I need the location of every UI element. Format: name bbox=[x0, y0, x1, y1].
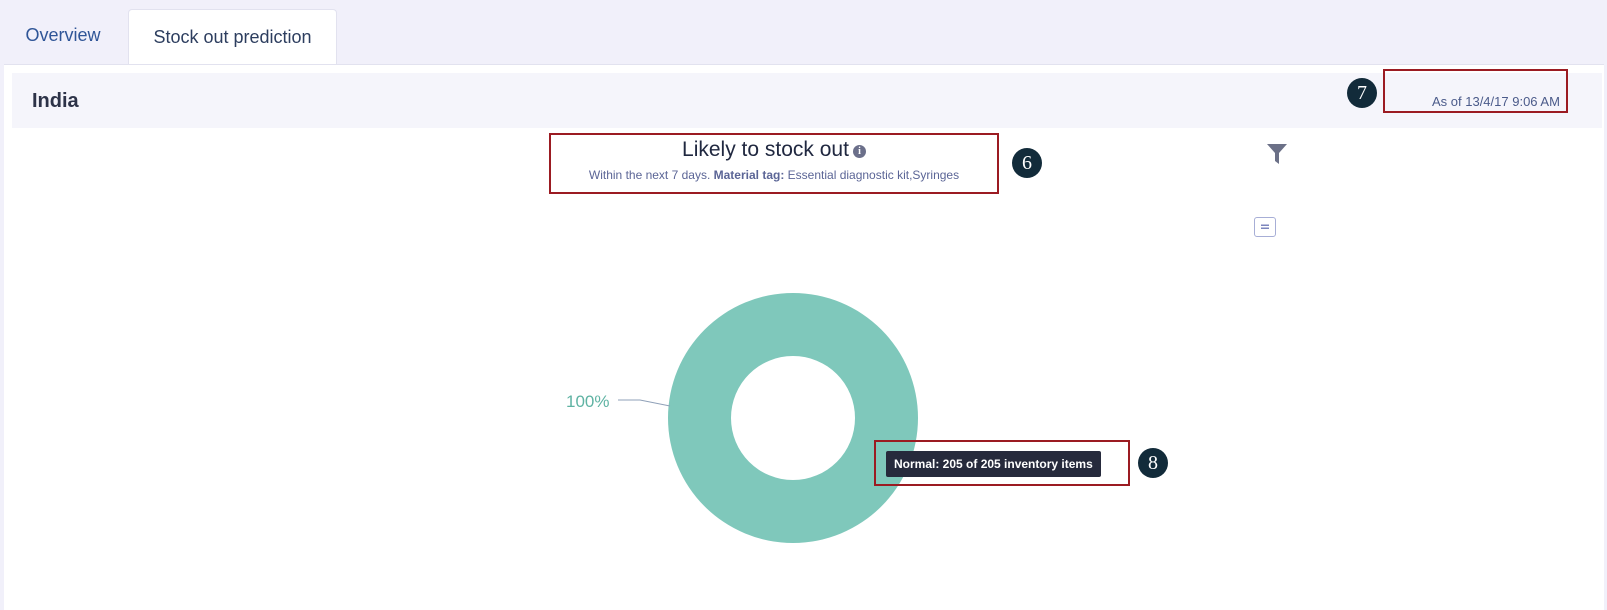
region-title: India bbox=[32, 90, 79, 112]
as-of-marker: 7 bbox=[1347, 78, 1377, 108]
tab-overview[interactable]: Overview bbox=[0, 0, 126, 64]
tab-bar: Overview Stock out prediction bbox=[0, 0, 1607, 65]
tooltip-marker: 8 bbox=[1138, 448, 1168, 478]
donut-slice-normal[interactable] bbox=[668, 293, 918, 543]
tooltip-callout-box bbox=[874, 440, 1130, 486]
filter-icon[interactable] bbox=[1266, 142, 1288, 166]
menu-lines-icon bbox=[1261, 224, 1269, 229]
chart-title-callout-box bbox=[549, 133, 999, 194]
chart-title-marker: 6 bbox=[1012, 148, 1042, 178]
tab-stock-out-prediction[interactable]: Stock out prediction bbox=[128, 9, 337, 65]
slice-label-connector bbox=[618, 399, 671, 407]
slice-percent-label: 100% bbox=[566, 392, 609, 411]
as-of-callout-box bbox=[1383, 69, 1568, 113]
stock-out-donut-chart: 100% bbox=[566, 293, 918, 543]
menu-icon[interactable] bbox=[1254, 217, 1276, 237]
